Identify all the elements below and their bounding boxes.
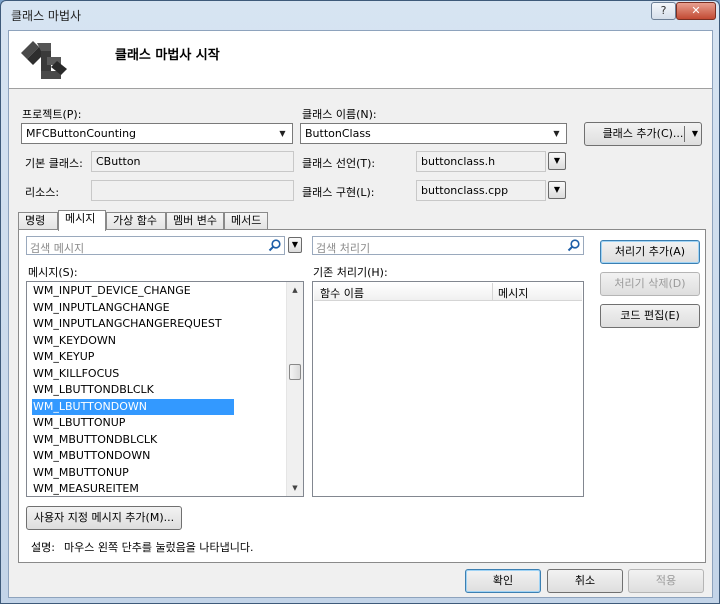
title-bar[interactable]: 클래스 마법사 ? ✕ [1,1,719,29]
apply-button[interactable]: 적용 [628,569,704,593]
search-icon[interactable] [268,238,282,252]
message-list-item[interactable]: WM_MBUTTONUP [32,465,129,481]
message-list-item[interactable]: WM_INPUT_DEVICE_CHANGE [32,283,191,299]
tab-commands[interactable]: 명령 [18,212,58,230]
message-list-item[interactable]: WM_LBUTTONDBLCLK [32,382,154,398]
column-separator [492,283,493,301]
class-wizard-window: 클래스 마법사 ? ✕ 클래스 마법사 시작 프로젝트(P): MFCButto… [0,0,720,604]
tab-methods[interactable]: 메서드 [224,212,268,230]
message-list-item[interactable]: WM_LBUTTONDOWN [32,398,234,415]
add-custom-message-button[interactable]: 사용자 지정 메시지 추가(M)... [26,506,182,530]
dialog-client: 클래스 마법사 시작 프로젝트(P): MFCButtonCounting ▼ … [8,30,713,598]
tab-member-variables[interactable]: 멤버 변수 [166,212,224,230]
message-list-item[interactable]: WM_MBUTTONDOWN [32,448,150,464]
handlers-table-header: 함수 이름 메시지 [314,283,582,301]
search-icon[interactable] [567,238,581,252]
message-list-item[interactable]: WM_MBUTTONDBLCLK [32,432,157,448]
base-class-value: CButton [96,155,141,168]
class-declaration-field: buttonclass.h [416,151,546,172]
scroll-down-arrow-icon[interactable]: ▼ [287,480,303,496]
class-name-label: 클래스 이름(N): [302,108,377,121]
existing-handlers-label: 기존 처리기(H): [313,266,388,279]
messages-label: 메시지(S): [28,266,78,279]
class-implementation-dropdown-button[interactable]: ▼ [548,181,566,199]
class-implementation-label: 클래스 구현(L): [302,186,375,199]
help-button[interactable]: ? [651,2,676,20]
class-name-dropdown[interactable]: ButtonClass ▼ [300,123,567,144]
cancel-button[interactable]: 취소 [547,569,623,593]
tab-virtual-functions[interactable]: 가상 함수 [106,212,166,230]
message-filter-dropdown-button[interactable]: ▼ [288,237,302,253]
close-button[interactable]: ✕ [676,2,716,20]
class-implementation-field: buttonclass.cpp [416,180,546,201]
message-list-item[interactable]: WM_KILLFOCUS [32,366,119,382]
handler-search-input[interactable]: 검색 처리기 [312,236,584,255]
message-list-item[interactable]: WM_INPUTLANGCHANGEREQUEST [32,316,222,332]
messages-tab-panel: 검색 메시지 ▼ 검색 처리기 메시지(S): 기존 처리기(H): WM_IN… [18,229,706,563]
project-value: MFCButtonCounting [26,127,137,140]
split-divider [684,126,685,142]
class-name-value: ButtonClass [305,127,371,140]
existing-handlers-listview[interactable]: 함수 이름 메시지 [312,281,584,497]
class-wizard-icon [21,41,67,79]
messages-listbox[interactable]: WM_INPUT_DEVICE_CHANGE WM_INPUTLANGCHANGE… [26,281,304,497]
project-label: 프로젝트(P): [22,108,82,121]
message-list-item[interactable]: WM_MEASUREITEM [32,481,139,496]
edit-code-button[interactable]: 코드 편집(E) [600,304,700,328]
class-declaration-dropdown-button[interactable]: ▼ [548,152,566,170]
tab-messages[interactable]: 메시지 [58,210,106,231]
chevron-down-icon[interactable]: ▼ [692,123,698,145]
column-header-function-name[interactable]: 함수 이름 [320,285,364,301]
column-header-message[interactable]: 메시지 [498,285,528,301]
add-handler-button[interactable]: 처리기 추가(A) [600,240,700,264]
message-list-item[interactable]: WM_LBUTTONUP [32,415,125,431]
message-search-input[interactable]: 검색 메시지 [26,236,285,255]
class-declaration-label: 클래스 선언(T): [302,157,376,170]
message-list-item[interactable]: WM_INPUTLANGCHANGE [32,300,170,316]
chevron-down-icon: ▼ [279,129,286,138]
add-class-button[interactable]: 클래스 추가(C)... ▼ [584,122,702,146]
chevron-down-icon: ▼ [553,129,560,138]
resource-field [91,180,294,201]
messages-scrollbar[interactable]: ▲ ▼ [286,282,303,496]
scroll-thumb[interactable] [289,364,301,380]
add-class-label: 클래스 추가(C)... [602,127,684,140]
class-declaration-value: buttonclass.h [421,155,496,168]
scroll-up-arrow-icon[interactable]: ▲ [287,282,303,298]
window-title: 클래스 마법사 [11,9,82,23]
project-dropdown[interactable]: MFCButtonCounting ▼ [21,123,293,144]
wizard-header: 클래스 마법사 시작 [9,31,712,89]
handler-search-placeholder: 검색 처리기 [316,242,371,255]
resource-label: 리소스: [25,186,60,199]
delete-handler-button[interactable]: 처리기 삭제(D) [600,272,700,296]
description-label: 설명: [31,541,55,554]
base-class-label: 기본 클래스: [25,157,83,170]
message-list-item[interactable]: WM_KEYUP [32,349,94,365]
base-class-field: CButton [91,151,294,172]
message-search-placeholder: 검색 메시지 [30,242,85,255]
ok-button[interactable]: 확인 [465,569,541,593]
page-title: 클래스 마법사 시작 [115,48,220,63]
message-list-item[interactable]: WM_KEYDOWN [32,333,116,349]
description-text: 마우스 왼쪽 단추를 눌렀음을 나타냅니다. [64,541,254,554]
class-implementation-value: buttonclass.cpp [421,184,509,197]
